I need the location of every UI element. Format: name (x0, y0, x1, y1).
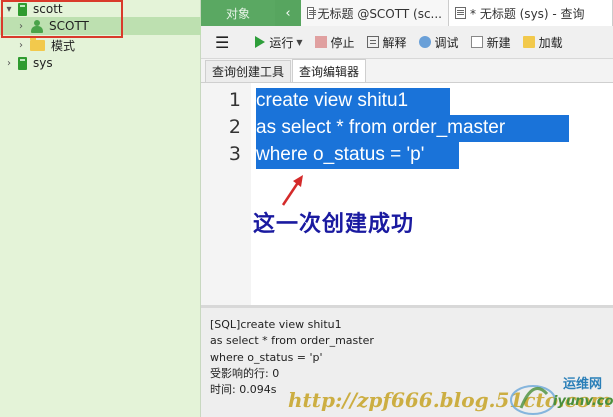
stop-icon (314, 36, 327, 48)
line-gutter: 1 2 3 (201, 83, 251, 305)
app-window: ▾ scott › SCOTT › 模式 › sys 对象 ‹ 无标题 @SCO… (0, 0, 613, 417)
database-icon (18, 56, 27, 70)
menu-icon[interactable]: ☰ (215, 33, 229, 52)
query-icon (307, 7, 316, 19)
tab-query-editor[interactable]: 查询编辑器 (292, 59, 367, 82)
tree-item-sys[interactable]: › sys (4, 54, 53, 72)
folder-open-icon (522, 36, 535, 48)
annotation-highlight-box (1, 0, 123, 38)
code-line: as select * from order_master (256, 117, 511, 138)
editor-subtabs: 查询创建工具 查询编辑器 (201, 59, 613, 83)
stop-button[interactable]: 停止 (314, 34, 355, 51)
watermark-site-cn: 运维网 (563, 377, 603, 392)
expand-right-icon[interactable]: › (4, 58, 14, 69)
load-button[interactable]: 加载 (522, 34, 563, 51)
query-toolbar: ☰ 运行 ▼ 停止 解释 调试 新建 加载 (201, 26, 613, 59)
tab-objects[interactable]: 对象 (201, 0, 275, 26)
debug-icon (418, 36, 431, 48)
query-icon (455, 7, 466, 19)
annotation-arrow (281, 175, 303, 206)
output-line: where o_status = 'p' (210, 350, 323, 364)
dropdown-caret-icon[interactable]: ▼ (296, 38, 302, 47)
new-icon (470, 36, 483, 48)
explain-button[interactable]: 解释 (366, 34, 407, 51)
line-number: 1 (228, 89, 241, 111)
output-line: as select * from order_master (210, 334, 374, 348)
tab-strip: 对象 ‹ 无标题 @SCOTT (sc... * 无标题 (sys) - 查询 (201, 0, 613, 26)
code-line: create view shitu1 (256, 90, 414, 111)
new-button[interactable]: 新建 (470, 34, 511, 51)
connection-tree: ▾ scott › SCOTT › 模式 › sys (0, 0, 201, 417)
folder-icon (30, 36, 45, 51)
annotation-text: 这一次创建成功 (253, 212, 415, 237)
debug-button[interactable]: 调试 (418, 34, 459, 51)
tab-query-builder[interactable]: 查询创建工具 (205, 60, 292, 82)
watermark-site-en: iyunv.com (553, 394, 613, 409)
tree-item-schema[interactable]: › 模式 (16, 36, 75, 54)
code-line: where o_status = 'p' (256, 144, 425, 165)
line-number: 3 (228, 143, 241, 165)
line-number: 2 (228, 116, 241, 138)
tab-query-sys[interactable]: * 无标题 (sys) - 查询 (449, 0, 613, 26)
sql-editor[interactable]: 1 2 3 create view shitu1 as select * fro… (201, 83, 613, 305)
tab-query-scott[interactable]: 无标题 @SCOTT (sc... (301, 0, 449, 26)
chevron-left-icon[interactable]: ‹ (275, 0, 301, 26)
output-line: [SQL]create view shitu1 (210, 318, 342, 331)
explain-icon (366, 36, 379, 48)
run-button[interactable]: 运行 ▼ (255, 34, 303, 51)
play-icon (255, 36, 266, 48)
expand-right-icon[interactable]: › (16, 40, 26, 51)
